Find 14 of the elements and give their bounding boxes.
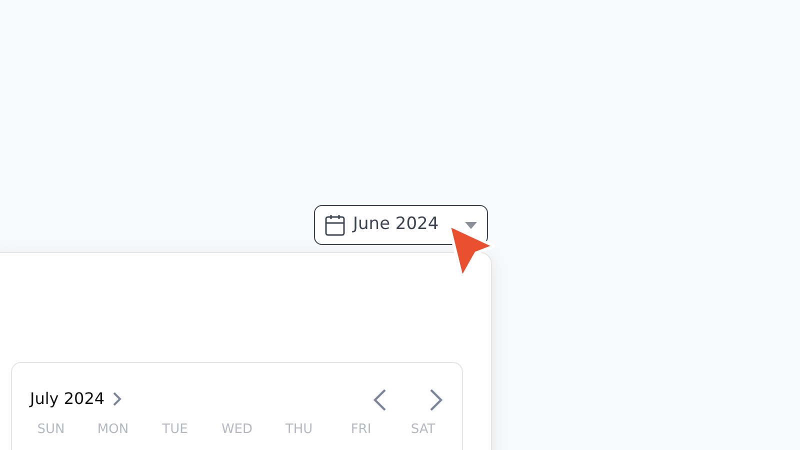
month-label[interactable]: July 2024 bbox=[30, 387, 105, 412]
weekday-label: FRI bbox=[350, 420, 372, 439]
previous-month-button[interactable] bbox=[372, 387, 388, 412]
calendar-icon bbox=[325, 214, 345, 236]
weekday-label: WED bbox=[220, 420, 254, 439]
chevron-right-icon[interactable] bbox=[112, 392, 122, 406]
caret-icon bbox=[465, 222, 477, 228]
weekday-label: THU bbox=[284, 420, 314, 439]
next-month-button[interactable] bbox=[428, 387, 444, 412]
weekday-label: SUN bbox=[36, 420, 66, 439]
month-picker-button[interactable]: June 2024 bbox=[314, 205, 488, 245]
weekday-label: MON bbox=[96, 420, 130, 439]
weekday-label: SAT bbox=[410, 420, 436, 439]
weekday-label: TUE bbox=[161, 420, 189, 439]
